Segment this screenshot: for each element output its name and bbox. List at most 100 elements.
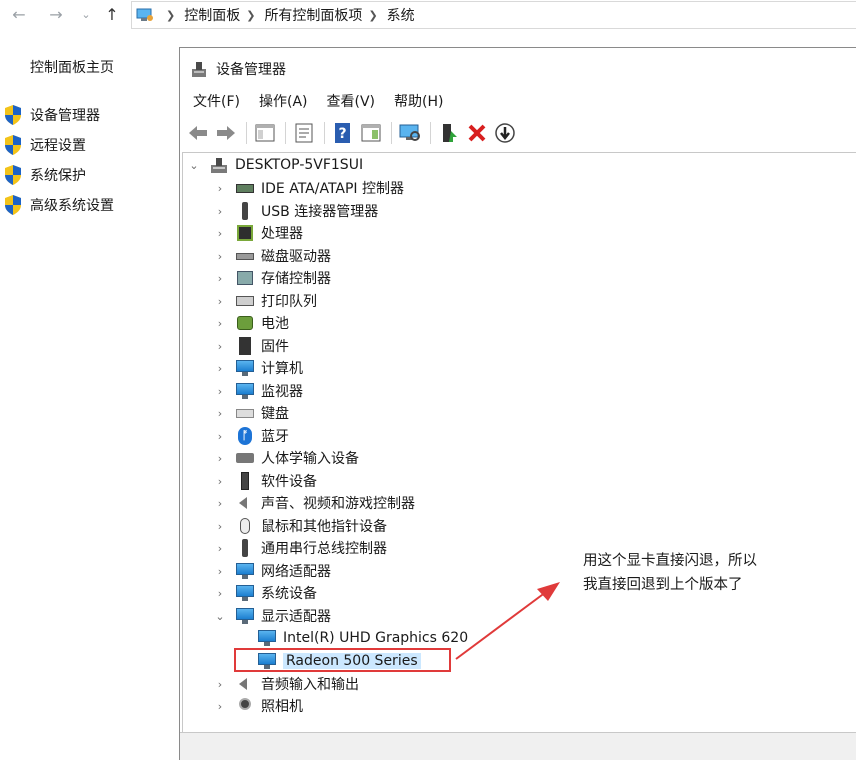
link-label: 系统保护 [30, 168, 86, 184]
tree-category[interactable]: › USB 连接器管理器 [214, 200, 378, 222]
forward-icon[interactable] [214, 121, 238, 145]
tree-category[interactable]: › 软件设备 [214, 470, 317, 492]
back-icon[interactable] [186, 121, 210, 145]
tree-category-display-adapters[interactable]: ⌄ 显示适配器 [214, 605, 331, 627]
tree-category[interactable]: › 照相机 [214, 695, 303, 717]
firmware-icon [235, 337, 255, 355]
expand-chevron-right-icon[interactable]: › [214, 542, 226, 555]
ide-controller-icon [235, 179, 255, 197]
help-icon[interactable]: ? [331, 121, 355, 145]
disable-device-icon[interactable] [493, 121, 517, 145]
expand-chevron-right-icon[interactable]: › [214, 565, 226, 578]
expand-chevron-right-icon[interactable]: › [214, 272, 226, 285]
back-arrow-icon[interactable]: ← [8, 4, 30, 26]
tree-device-intel-uhd[interactable]: Intel(R) UHD Graphics 620 [257, 627, 468, 649]
expand-chevron-right-icon[interactable]: › [214, 678, 226, 691]
expand-chevron-right-icon[interactable]: › [214, 205, 226, 218]
expand-chevron-right-icon[interactable]: › [214, 340, 226, 353]
address-bar[interactable]: ❯ 控制面板 ❯ 所有控制面板项 ❯ 系统 [131, 1, 856, 29]
tree-category[interactable]: › 系统设备 [214, 582, 317, 604]
tree-category[interactable]: › 处理器 [214, 222, 303, 244]
expand-chevron-right-icon[interactable]: › [214, 385, 226, 398]
link-remote-settings[interactable]: 远程设置 [0, 130, 114, 160]
control-panel-icon [136, 8, 154, 22]
annotation-line-1: 用这个显卡直接闪退，所以 [583, 553, 757, 569]
hid-icon [235, 449, 255, 467]
menu-action[interactable]: 操作(A) [246, 90, 308, 114]
forward-arrow-icon[interactable]: → [45, 4, 67, 26]
tree-root-label: DESKTOP-5VF1SUI [235, 157, 364, 173]
expand-chevron-right-icon[interactable]: › [214, 587, 226, 600]
display-adapter-icon [257, 629, 277, 647]
scan-hardware-changes-icon[interactable] [398, 121, 422, 145]
tree-category[interactable]: › 通用串行总线控制器 [214, 537, 387, 559]
tree-category[interactable]: › 存储控制器 [214, 267, 331, 289]
link-device-manager[interactable]: 设备管理器 [0, 100, 114, 130]
tree-category[interactable]: › 键盘 [214, 402, 289, 424]
expand-chevron-down-icon[interactable]: ⌄ [214, 610, 226, 623]
expand-chevron-right-icon[interactable]: › [214, 250, 226, 263]
tree-category[interactable]: › 音频输入和输出 [214, 673, 359, 695]
software-device-icon [235, 472, 255, 490]
keyboard-icon [235, 404, 255, 422]
expand-chevron-right-icon[interactable]: › [214, 700, 226, 713]
expand-chevron-right-icon[interactable]: › [214, 362, 226, 375]
control-panel-task-list: 设备管理器 远程设置 系统保护 高级系统设置 [0, 100, 114, 220]
breadcrumb-control-panel[interactable]: 控制面板 [184, 5, 240, 25]
expand-chevron-right-icon[interactable]: › [214, 407, 226, 420]
show-hide-console-tree-icon[interactable] [253, 121, 277, 145]
tree-category[interactable]: › ᚩ 蓝牙 [214, 425, 289, 447]
category-label: 键盘 [261, 406, 289, 422]
tree-category[interactable]: › 电池 [214, 312, 289, 334]
status-bar [180, 732, 856, 760]
breadcrumb-separator-icon: ❯ [368, 8, 378, 22]
tree-category[interactable]: › 计算机 [214, 357, 303, 379]
device-label: Intel(R) UHD Graphics 620 [283, 630, 469, 646]
menu-view[interactable]: 查看(V) [314, 90, 376, 114]
expand-chevron-right-icon[interactable]: › [214, 452, 226, 465]
expand-chevron-right-icon[interactable]: › [214, 182, 226, 195]
expand-chevron-right-icon[interactable]: › [214, 497, 226, 510]
up-arrow-icon[interactable]: ↑ [101, 4, 123, 26]
category-label: 处理器 [261, 226, 303, 242]
expand-chevron-right-icon[interactable]: › [214, 227, 226, 240]
link-advanced-system-settings[interactable]: 高级系统设置 [0, 190, 114, 220]
breadcrumb-system[interactable]: 系统 [387, 5, 415, 25]
menu-file[interactable]: 文件(F) [180, 90, 240, 114]
uninstall-device-icon[interactable] [465, 121, 489, 145]
menu-help[interactable]: 帮助(H) [381, 90, 443, 114]
update-driver-icon[interactable] [437, 121, 461, 145]
toolbar-separator [285, 122, 286, 144]
toolbar-separator [391, 122, 392, 144]
monitor-icon [235, 382, 255, 400]
tree-root[interactable]: ⌄ DESKTOP-5VF1SUI [188, 154, 363, 176]
breadcrumb-all-items[interactable]: 所有控制面板项 [264, 5, 362, 25]
category-label: 固件 [261, 339, 289, 355]
properties-icon[interactable] [292, 121, 316, 145]
tree-category[interactable]: › 固件 [214, 335, 289, 357]
tree-category[interactable]: › 人体学输入设备 [214, 447, 359, 469]
tree-category[interactable]: › 鼠标和其他指针设备 [214, 515, 387, 537]
tree-category[interactable]: › 磁盘驱动器 [214, 245, 331, 267]
tree-category[interactable]: › IDE ATA/ATAPI 控制器 [214, 177, 404, 199]
expand-chevron-right-icon[interactable]: › [214, 317, 226, 330]
tree-category[interactable]: › 声音、视频和游戏控制器 [214, 492, 415, 514]
expand-chevron-down-icon[interactable]: ⌄ [188, 159, 200, 172]
control-panel-home-link[interactable]: 控制面板主页 [30, 57, 114, 77]
window-title: 设备管理器 [216, 62, 286, 78]
tree-category[interactable]: › 监视器 [214, 380, 303, 402]
link-system-protection[interactable]: 系统保护 [0, 160, 114, 190]
recent-chevron-down-icon[interactable]: ⌄ [75, 4, 97, 26]
expand-chevron-right-icon[interactable]: › [214, 475, 226, 488]
annotation-text: 用这个显卡直接闪退，所以 我直接回退到上个版本了 [583, 549, 823, 597]
expand-chevron-right-icon[interactable]: › [214, 520, 226, 533]
tree-category[interactable]: › 网络适配器 [214, 560, 331, 582]
highlight-box [234, 648, 451, 672]
toolbar: ? [180, 118, 856, 148]
tree-category[interactable]: › 打印队列 [214, 290, 317, 312]
category-label: IDE ATA/ATAPI 控制器 [261, 181, 405, 197]
expand-chevron-right-icon[interactable]: › [214, 430, 226, 443]
expand-chevron-right-icon[interactable]: › [214, 295, 226, 308]
window-title-bar: 设备管理器 [190, 58, 286, 80]
action-pane-icon[interactable] [359, 121, 383, 145]
